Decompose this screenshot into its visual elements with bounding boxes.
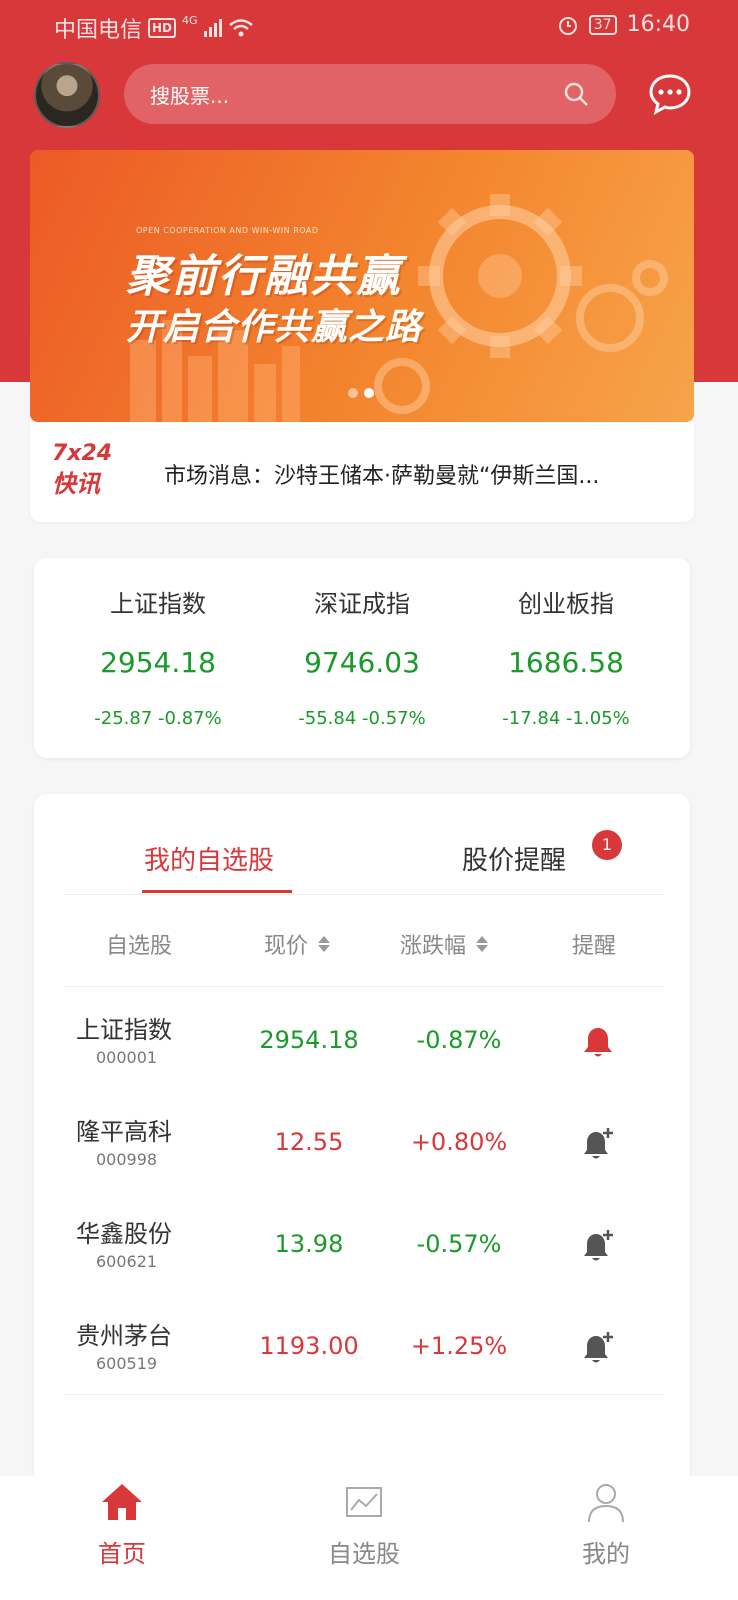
active-tab-indicator [142, 890, 292, 893]
stock-code: 000001 [96, 1048, 158, 1067]
sort-icon[interactable] [474, 934, 490, 954]
battery-icon: 37 [588, 14, 617, 35]
flash-news-logo: 7x24 快讯 [52, 440, 132, 504]
stock-code: 600519 [96, 1354, 158, 1373]
market-index-card: 上证指数 2954.18 -25.87 -0.87% 深证成指 9746.03 … [34, 558, 690, 758]
alarm-icon [558, 16, 577, 35]
nav-watchlist[interactable]: 自选股 [294, 1480, 434, 1569]
nav-label: 首页 [98, 1540, 146, 1568]
stock-code: 600621 [96, 1252, 158, 1271]
index-change: -17.84 -1.05% [502, 708, 630, 729]
column-header-label: 涨跌幅 [400, 934, 467, 959]
promo-banner[interactable]: OPEN COOPERATION AND WIN-WIN ROAD 聚前行融共赢… [30, 150, 694, 422]
column-header-stock: 自选股 [106, 928, 172, 960]
index-name: 深证成指 [314, 590, 410, 618]
column-header-label: 自选股 [106, 934, 173, 959]
home-icon [102, 1484, 142, 1520]
table-row[interactable]: 上证指数 000001 2954.18 -0.87% [34, 990, 690, 1092]
stock-name: 上证指数 [76, 1016, 172, 1044]
search-placeholder: 搜股票... [150, 83, 230, 108]
banner-title-line1: 聚前行融共赢 [126, 251, 402, 302]
stock-price: 13.98 [274, 1230, 344, 1258]
nav-profile[interactable]: 我的 [536, 1480, 676, 1569]
sort-icon[interactable] [316, 934, 332, 954]
column-header-label: 现价 [264, 934, 309, 959]
clock: 16:40 [626, 12, 690, 37]
carousel-indicator [348, 388, 374, 398]
alert-count-badge: 1 [592, 830, 622, 860]
tab-price-alerts[interactable]: 股价提醒 [462, 840, 566, 877]
search-input[interactable]: 搜股票... [124, 64, 616, 124]
stock-name: 隆平高科 [76, 1118, 172, 1146]
stock-price: 1193.00 [259, 1332, 359, 1360]
table-row[interactable]: 隆平高科 000998 12.55 +0.80% [34, 1092, 690, 1194]
add-alert-icon[interactable] [580, 1126, 616, 1162]
user-icon [588, 1484, 624, 1523]
stock-name: 贵州茅台 [76, 1322, 172, 1350]
add-alert-icon[interactable] [580, 1228, 616, 1264]
header-divider [64, 986, 664, 987]
status-bar: 中国电信 HD 4G 37 16:40 [0, 0, 738, 50]
watchlist-card: 我的自选股 股价提醒 1 自选股 现价 涨跌幅 提醒 上证指数 000001 2… [34, 794, 690, 1484]
banner-title-line2: 开启合作共赢之路 [126, 307, 423, 348]
hd-badge: HD [148, 18, 177, 38]
battery-level: 37 [593, 16, 612, 33]
index-value: 9746.03 [304, 646, 420, 679]
index-change: -55.84 -0.57% [298, 708, 426, 729]
news-ticker[interactable]: 7x24 快讯 市场消息：沙特王储本·萨勒曼就“伊斯兰国... [30, 422, 694, 522]
tab-divider [64, 894, 664, 895]
bell-active-icon[interactable] [580, 1024, 616, 1060]
index-name: 创业板指 [518, 590, 614, 618]
add-alert-icon[interactable] [580, 1330, 616, 1366]
wifi-icon [228, 19, 253, 37]
signal-icon [203, 19, 222, 37]
flash-news-logo-top: 7x24 [52, 441, 113, 466]
banner-subtitle: OPEN COOPERATION AND WIN-WIN ROAD [136, 226, 319, 235]
nav-label: 自选股 [328, 1540, 400, 1568]
stock-change: -0.87% [416, 1026, 502, 1054]
message-icon[interactable] [648, 72, 692, 116]
index-name: 上证指数 [110, 590, 206, 618]
stock-price: 2954.18 [259, 1026, 359, 1054]
index-value: 2954.18 [100, 646, 216, 679]
stock-name: 华鑫股份 [76, 1220, 172, 1248]
table-row[interactable]: 华鑫股份 600621 13.98 -0.57% [34, 1194, 690, 1296]
column-header-label: 提醒 [572, 934, 617, 959]
carousel-dot-active [364, 388, 374, 398]
nav-home[interactable]: 首页 [52, 1480, 192, 1569]
index-value: 1686.58 [508, 646, 624, 679]
nav-label: 我的 [582, 1540, 630, 1568]
table-row[interactable]: 贵州茅台 600519 1193.00 +1.25% [34, 1296, 690, 1398]
index-change: -25.87 -0.87% [94, 708, 222, 729]
avatar[interactable] [34, 62, 100, 128]
bottom-navigation: 首页 自选股 我的 [0, 1476, 738, 1600]
column-header-change[interactable]: 涨跌幅 [400, 928, 490, 960]
carrier-label: 中国电信 [54, 18, 143, 43]
stock-change: -0.57% [416, 1230, 502, 1258]
network-label: 4G [182, 13, 198, 27]
table-bottom-divider [64, 1394, 664, 1395]
search-icon[interactable] [562, 80, 590, 108]
news-headline[interactable]: 市场消息：沙特王储本·萨勒曼就“伊斯兰国... [164, 458, 670, 490]
flash-news-logo-bottom: 快讯 [52, 470, 100, 498]
tab-my-watchlist[interactable]: 我的自选股 [144, 840, 274, 877]
column-header-alert: 提醒 [572, 928, 616, 960]
column-header-price[interactable]: 现价 [264, 928, 332, 960]
chart-icon [346, 1487, 382, 1517]
stock-code: 000998 [96, 1150, 158, 1169]
stock-change: +0.80% [410, 1128, 508, 1156]
carousel-dot [348, 388, 358, 398]
stock-change: +1.25% [410, 1332, 508, 1360]
stock-price: 12.55 [274, 1128, 344, 1156]
